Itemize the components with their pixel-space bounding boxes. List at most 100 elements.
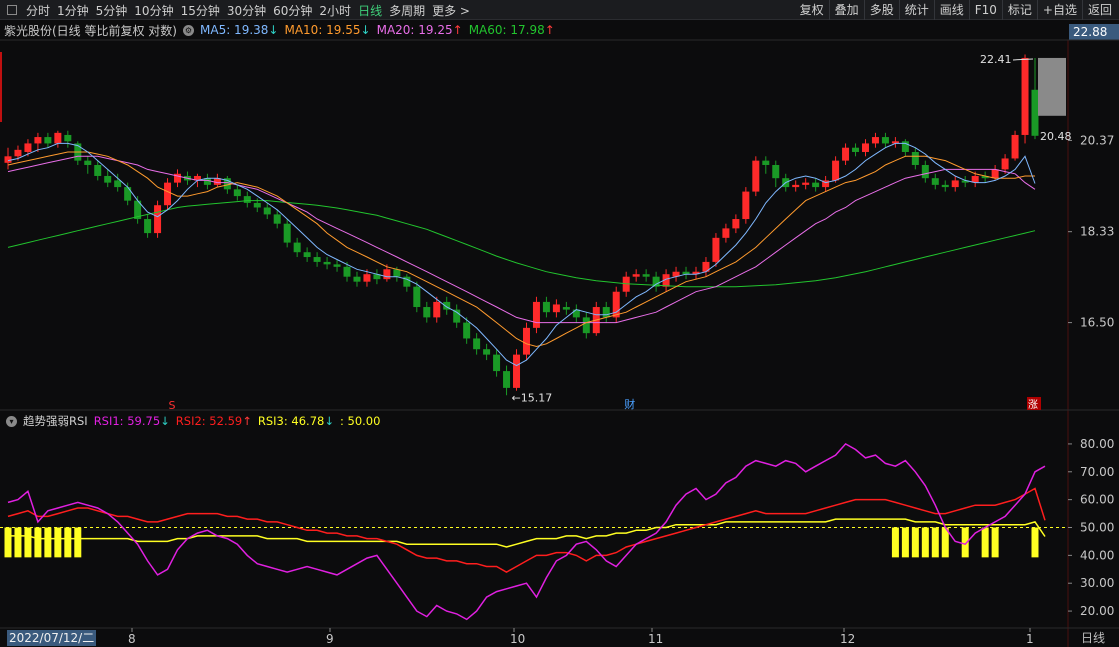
candle-body-71: [712, 237, 720, 262]
kline-chart[interactable]: 20.37 18.33 16.50 22.41 20.48 ←15.17 财 涨 S 80.00 7…: [0, 0, 1119, 647]
candle-body-75: [752, 160, 760, 192]
zhang-marker: 涨: [1028, 399, 1038, 411]
candle-body-79: [792, 184, 800, 188]
rsi-ref-label: : 50.00: [339, 414, 381, 428]
candle-body-50: [503, 371, 511, 388]
rsi-signal-bar-12: [931, 527, 939, 558]
candle-body-28: [283, 223, 291, 243]
left-edge-marker: [0, 52, 2, 122]
month-label-1: 9: [326, 632, 334, 646]
candle-body-100: [1001, 158, 1009, 170]
candle-body-11: [114, 180, 122, 188]
candle-body-87: [871, 137, 879, 144]
candle-body-42: [423, 307, 431, 318]
candle-body-0: [4, 156, 12, 163]
ma10-line: [7, 151, 1035, 348]
low-price-label: ←15.17: [512, 391, 553, 404]
rsi-axis-label-5: 30.00: [1080, 576, 1114, 590]
candle-body-83: [832, 160, 840, 181]
candle-body-94: [941, 184, 949, 188]
candle-body-74: [742, 191, 750, 220]
candle-body-88: [881, 137, 889, 144]
ma5-line: [7, 142, 1036, 367]
candle-body-14: [144, 219, 152, 234]
candle-body-9: [94, 164, 102, 176]
candle-body-38: [383, 269, 391, 280]
candle-body-63: [632, 274, 640, 277]
candle-body-3: [34, 137, 42, 144]
rsi-axis-label-0: 80.00: [1080, 437, 1114, 451]
cursor-date: 2022/07/12/二: [7, 630, 97, 646]
candle-body-25: [253, 202, 261, 208]
candle-body-6: [64, 134, 72, 142]
rsi-signal-bar-10: [911, 527, 919, 558]
candle-body-57: [572, 309, 580, 318]
candle-body-46: [463, 322, 471, 339]
candle-body-85: [852, 147, 860, 152]
rsi-signal-bar-3: [34, 527, 42, 558]
candle-body-23: [233, 189, 241, 197]
candle-body-101: [1011, 134, 1019, 159]
candle-body-81: [812, 182, 820, 188]
rsi-axis-label-6: 20.00: [1080, 604, 1114, 618]
candle-body-41: [413, 286, 421, 308]
candle-body-102: [1021, 57, 1029, 135]
rsi-signal-bar-7: [74, 527, 82, 558]
candle-body-10: [104, 175, 112, 183]
candle-body-55: [552, 304, 560, 313]
rsi3-label: RSI3: 46.78↓: [257, 414, 334, 428]
rsi-axis-label-1: 70.00: [1080, 465, 1114, 479]
month-label-5: 1: [1026, 632, 1034, 646]
candle-body-24: [243, 196, 251, 203]
candle-body-95: [951, 180, 959, 188]
candle-body-53: [532, 301, 540, 328]
rsi-signal-bar-8: [891, 527, 899, 558]
candle-body-35: [353, 276, 361, 282]
rsi-signal-bar-16: [991, 527, 999, 558]
candle-body-76: [762, 160, 770, 165]
candle-body-32: [323, 261, 331, 265]
cai-marker: 财: [624, 397, 635, 411]
candle-body-99: [991, 169, 999, 179]
rsi-axis-label-2: 60.00: [1080, 493, 1114, 507]
candle-body-48: [483, 349, 491, 355]
rsi-signal-bar-0: [4, 527, 12, 558]
rsi1-line: [7, 442, 1046, 621]
rsi-collapse-icon[interactable]: ▾: [6, 415, 17, 427]
candle-body-93: [931, 178, 939, 185]
candle-body-77: [772, 164, 780, 179]
candle-body-60: [602, 307, 610, 318]
rsi-info-bar: ▾ 趋势强弱RSI RSI1: 59.75↓ RSI2: 52.59↑ RSI3…: [0, 413, 1068, 429]
rsi2-label: RSI2: 52.59↑: [175, 414, 252, 428]
candle-body-26: [263, 207, 271, 215]
candle-body-12: [124, 187, 132, 201]
month-label-0: 8: [128, 632, 136, 646]
candle-body-1: [14, 149, 22, 157]
candle-body-5: [54, 132, 62, 144]
last-bar-shadow: [1038, 57, 1066, 116]
candle-body-103: [1031, 89, 1039, 136]
s-marker: S: [169, 399, 176, 412]
ma20-line: [7, 155, 1036, 324]
price-label-2: 16.50: [1080, 316, 1114, 330]
rsi2-line: [7, 487, 1046, 573]
candle-body-47: [473, 338, 481, 350]
candle-body-54: [542, 301, 550, 313]
candle-body-56: [562, 307, 570, 310]
candle-body-64: [642, 274, 650, 277]
rsi-signal-bar-11: [921, 527, 929, 558]
rsi-title: 趋势强弱RSI: [23, 414, 88, 428]
candle-body-86: [861, 143, 869, 152]
candle-body-34: [343, 266, 351, 277]
candle-body-15: [154, 205, 162, 234]
candle-body-27: [273, 214, 281, 224]
price-label-0: 20.37: [1080, 133, 1114, 147]
candle-body-72: [722, 228, 730, 238]
candle-body-2: [24, 143, 32, 152]
high-price-label: 22.41: [980, 53, 1012, 66]
price-label-1: 18.33: [1080, 225, 1114, 239]
period-label: 日线: [1080, 631, 1105, 645]
candle-body-36: [363, 274, 371, 282]
rsi-signal-bar-15: [981, 527, 989, 558]
candle-body-29: [293, 242, 301, 253]
